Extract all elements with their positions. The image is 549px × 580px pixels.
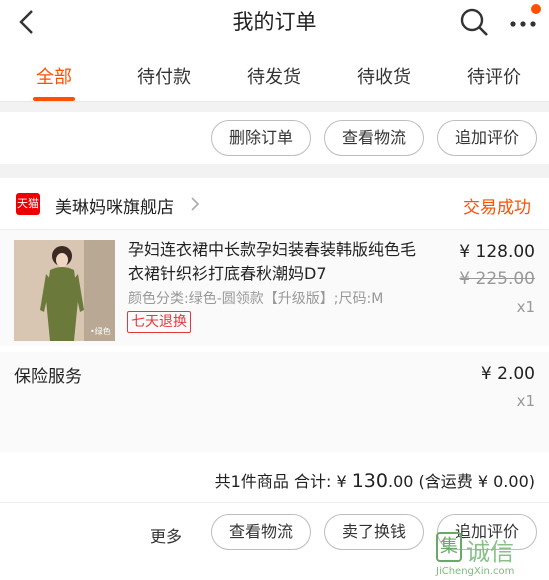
tmall-logo-icon: 天猫: [16, 193, 40, 215]
insurance-quantity: x1: [516, 392, 535, 410]
product-sku: 颜色分类:绿色-圆领款【升级版】;尺码:M: [128, 291, 384, 307]
divider: [0, 502, 549, 503]
thumbnail-caption: •绿色: [90, 326, 111, 336]
tab-pending-review[interactable]: 待评价: [467, 63, 521, 89]
insurance-price: ¥ 2.00: [480, 364, 535, 384]
total-label: 合计:: [293, 472, 332, 491]
shipping-fee: (含运费 ¥ 0.00): [418, 472, 535, 491]
return-policy-badge: 七天退换: [127, 311, 191, 333]
insurance-row: 保险服务 ¥ 2.00 x1: [0, 352, 549, 452]
order-tabs: 全部 待付款 待发货 待收货 待评价: [0, 44, 549, 102]
product-thumbnail[interactable]: •绿色: [14, 240, 115, 341]
chevron-right-icon: [191, 197, 200, 211]
notification-dot-icon: [531, 4, 541, 14]
resell-button[interactable]: 卖了换钱: [324, 514, 424, 550]
tab-all[interactable]: 全部: [36, 63, 72, 89]
product-title[interactable]: 孕妇连衣裙中长款孕妇装春装韩版纯色毛衣裙针织衫打底春秋潮妈D7: [128, 238, 428, 286]
order-summary: 共1件商品 合计: ¥ 130.00 (含运费 ¥ 0.00): [215, 468, 535, 492]
order-item[interactable]: •绿色 孕妇连衣裙中长款孕妇装春装韩版纯色毛衣裙针织衫打底春秋潮妈D7 颜色分类…: [0, 230, 549, 346]
tab-pending-payment[interactable]: 待付款: [137, 63, 191, 89]
order-card: 天猫 美琳妈咪旗舰店 交易成功 •绿色 孕妇连衣裙中长款孕妇装春装韩版纯色毛衣裙…: [0, 178, 549, 580]
search-icon[interactable]: [458, 6, 490, 38]
active-tab-indicator: [33, 97, 75, 101]
tab-pending-receipt[interactable]: 待收货: [357, 63, 411, 89]
tab-pending-shipment[interactable]: 待发货: [247, 63, 301, 89]
item-original-price: ¥ 225.00: [459, 269, 535, 289]
item-count: 共1件商品: [214, 472, 289, 491]
order-status: 交易成功: [463, 198, 531, 218]
watermark-text: 诚信: [466, 538, 514, 566]
top-navbar: 我的订单: [0, 0, 549, 44]
more-link[interactable]: 更多: [150, 523, 182, 547]
delete-order-button[interactable]: 删除订单: [211, 120, 311, 156]
total-amount: 130: [351, 470, 388, 492]
watermark-url: JiChengXin.com: [436, 566, 515, 577]
previous-order-actions: 删除订单 查看物流 追加评价: [0, 112, 549, 164]
watermark-logo: 集 诚信 JiChengXin.com: [432, 528, 549, 580]
shop-header[interactable]: 天猫 美琳妈咪旗舰店 交易成功: [0, 178, 549, 230]
shop-name[interactable]: 美琳妈咪旗舰店: [55, 193, 174, 218]
view-logistics-button[interactable]: 查看物流: [324, 120, 424, 156]
currency-symbol: ¥: [336, 472, 347, 491]
watermark-box-icon: 集: [436, 532, 462, 562]
add-review-button[interactable]: 追加评价: [437, 120, 537, 156]
view-logistics-button[interactable]: 查看物流: [211, 514, 311, 550]
item-quantity: x1: [516, 298, 535, 316]
insurance-label: 保险服务: [14, 367, 82, 387]
item-price: ¥ 128.00: [459, 242, 535, 262]
total-decimals: .00: [387, 472, 414, 491]
